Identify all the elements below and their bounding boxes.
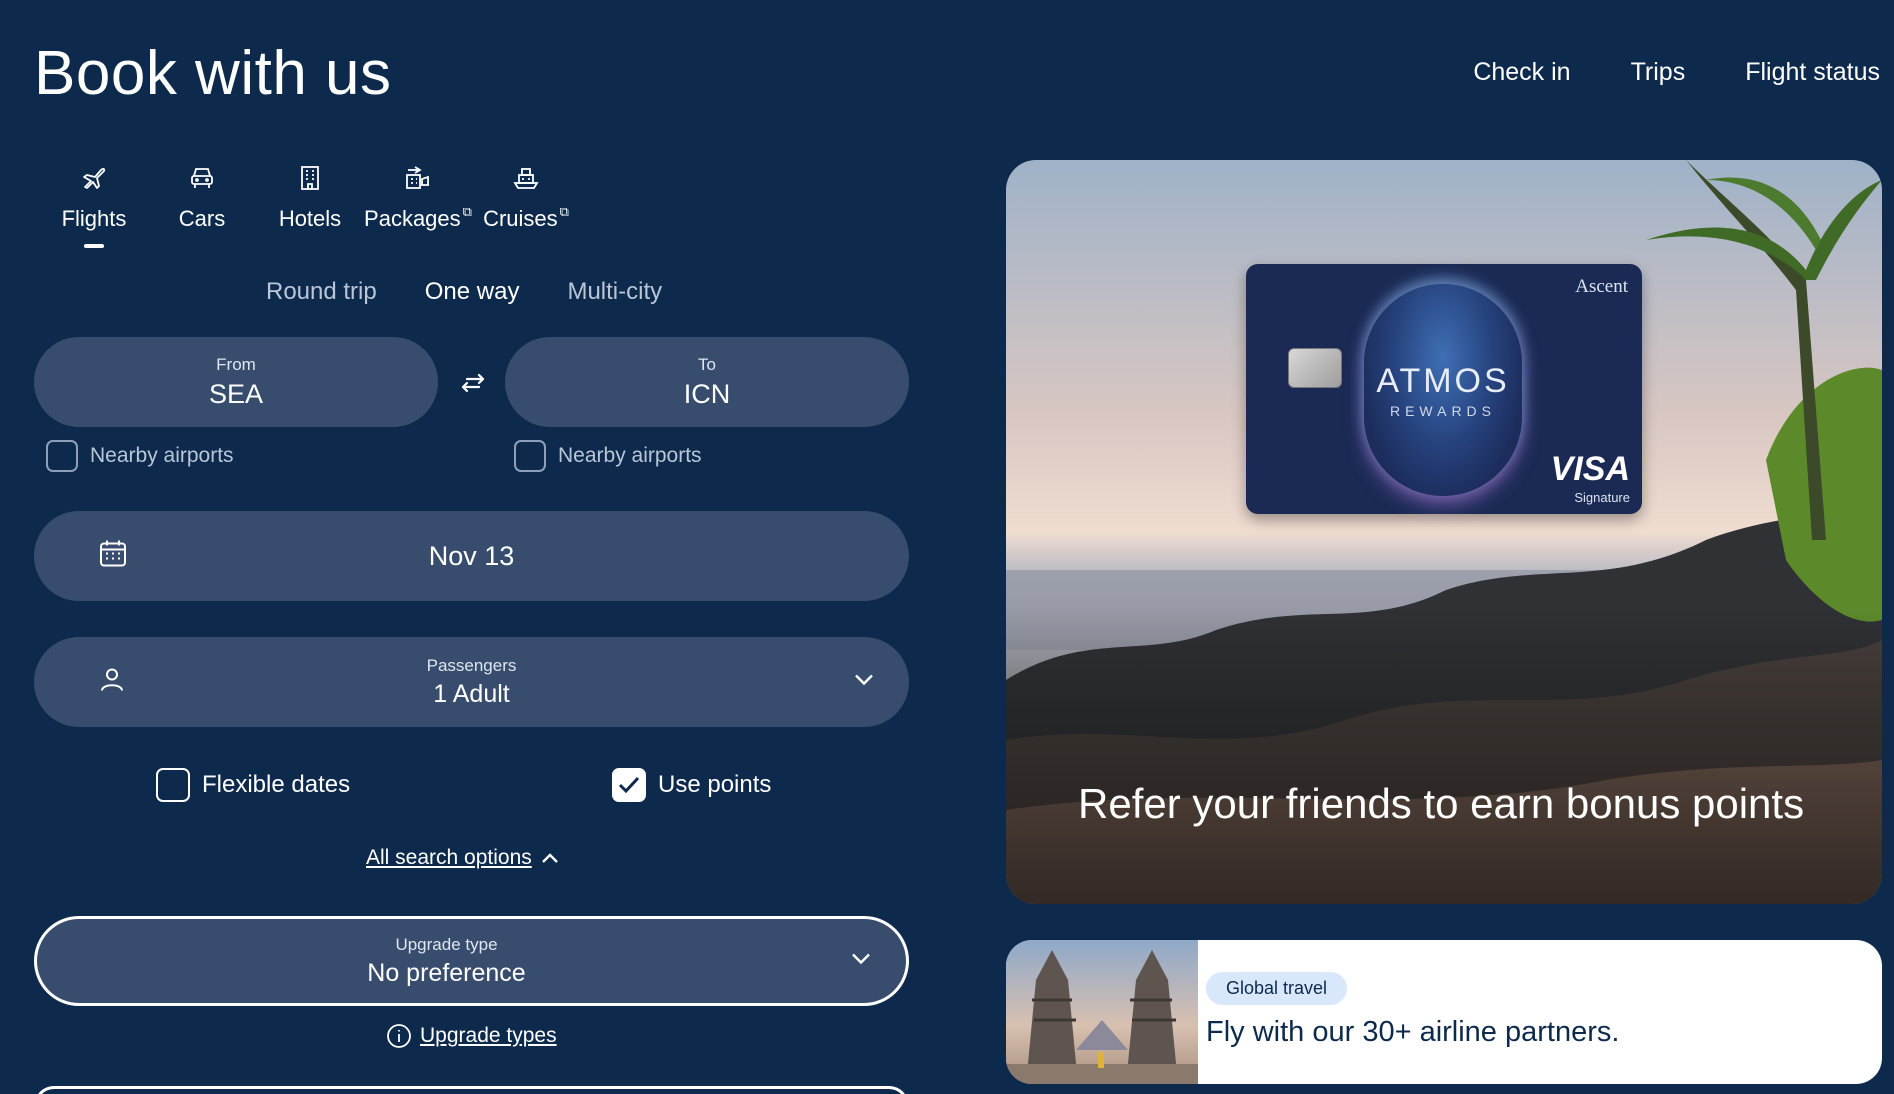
nearby-to-checkbox[interactable] (514, 440, 546, 472)
chevron-down-icon (853, 673, 875, 692)
use-points-checkbox[interactable] (612, 768, 646, 802)
packages-icon (398, 158, 438, 198)
global-travel-badge: Global travel (1206, 972, 1348, 1005)
chip-icon (1288, 348, 1342, 388)
tab-label: Cruises (483, 206, 558, 231)
tab-cars[interactable]: Cars (148, 158, 256, 232)
trip-type-selector: Round trip One way Multi-city (266, 278, 662, 306)
chevron-down-icon (850, 952, 872, 971)
flexible-dates-checkbox[interactable] (156, 768, 190, 802)
nearby-to-label: Nearby airports (558, 444, 702, 467)
from-field[interactable]: From SEA (34, 337, 438, 427)
ship-icon (506, 158, 546, 198)
nearby-from-checkbox[interactable] (46, 440, 78, 472)
partners-headline: Fly with our 30+ airline partners. (1206, 1016, 1620, 1048)
upgrade-types-link[interactable]: Upgrade types (386, 1023, 557, 1049)
tab-cruises[interactable]: Cruises ⧉ (472, 158, 580, 232)
from-value: SEA (208, 378, 264, 409)
check-in-link[interactable]: Check in (1473, 58, 1570, 87)
page-title: Book with us (34, 39, 392, 108)
all-search-options-link[interactable]: All search options (366, 846, 560, 870)
from-label: From (216, 354, 256, 374)
plane-icon (74, 158, 114, 198)
upgrade-type-value: No preference (367, 958, 526, 987)
partners-promo-card[interactable]: Global travel Fly with our 30+ airline p… (1006, 940, 1882, 1084)
calendar-icon (98, 539, 128, 574)
card-logo-sub: REWARDS (1389, 402, 1497, 419)
to-field[interactable]: To ICN (505, 337, 909, 427)
tab-label: Hotels (278, 206, 342, 231)
card-brand-top: Ascent (1575, 276, 1628, 297)
referral-promo-banner[interactable]: Ascent ATMOS REWARDS VISA Signature Refe… (1006, 160, 1882, 904)
tab-flights[interactable]: Flights (40, 158, 148, 232)
use-points-option[interactable]: Use points (612, 768, 771, 802)
nearby-airports-to[interactable]: Nearby airports (514, 440, 702, 472)
temple-gate-image (1006, 940, 1198, 1084)
tab-label: Packages (364, 206, 461, 231)
flexible-dates-option[interactable]: Flexible dates (156, 768, 350, 802)
swap-airports-button[interactable] (454, 364, 492, 402)
tab-hotels[interactable]: Hotels (256, 158, 364, 232)
date-value: Nov 13 (428, 540, 515, 571)
product-tabs: Flights Cars Hotels Packages ⧉ Cruises ⧉ (40, 158, 580, 232)
card-logo: ATMOS (1376, 361, 1510, 400)
promo-caption: Refer your friends to earn bonus points (1078, 780, 1805, 827)
tab-label: Flights (61, 206, 127, 231)
card-network: VISA (1550, 450, 1630, 488)
external-link-icon: ⧉ (559, 204, 569, 219)
credit-card-image: Ascent ATMOS REWARDS VISA Signature (1246, 264, 1642, 514)
next-field-edge (34, 1086, 909, 1094)
flexible-dates-label: Flexible dates (202, 771, 351, 798)
swap-icon (461, 373, 485, 393)
trip-type-multi-city[interactable]: Multi-city (567, 278, 662, 306)
person-icon (98, 666, 126, 699)
atmos-logo: ATMOS REWARDS (1364, 284, 1522, 496)
checkmark-icon (618, 776, 640, 794)
chevron-up-icon (541, 853, 558, 863)
external-link-icon: ⧉ (462, 204, 472, 219)
hotel-icon (290, 158, 330, 198)
nearby-airports-from[interactable]: Nearby airports (46, 440, 234, 472)
to-label: To (698, 354, 716, 374)
date-field[interactable]: Nov 13 (34, 511, 909, 601)
tab-label: Cars (178, 206, 226, 231)
to-value: ICN (683, 378, 731, 409)
card-network-sub: Signature (1574, 490, 1630, 505)
upgrade-type-label: Upgrade type (395, 934, 498, 954)
top-nav: Check in Trips Flight status (1473, 58, 1880, 87)
trip-type-round-trip[interactable]: Round trip (266, 278, 377, 306)
nearby-from-label: Nearby airports (90, 444, 234, 467)
passengers-field[interactable]: Passengers 1 Adult (34, 637, 909, 727)
trips-link[interactable]: Trips (1631, 58, 1686, 87)
use-points-label: Use points (658, 771, 772, 798)
trip-type-one-way[interactable]: One way (425, 278, 520, 306)
car-icon (182, 158, 222, 198)
passengers-label: Passengers (426, 655, 517, 675)
flight-status-link[interactable]: Flight status (1745, 58, 1880, 87)
info-icon (387, 1024, 411, 1048)
passengers-value: 1 Adult (433, 679, 510, 708)
upgrade-type-field[interactable]: Upgrade type No preference (34, 916, 909, 1006)
tab-packages[interactable]: Packages ⧉ (364, 158, 472, 232)
